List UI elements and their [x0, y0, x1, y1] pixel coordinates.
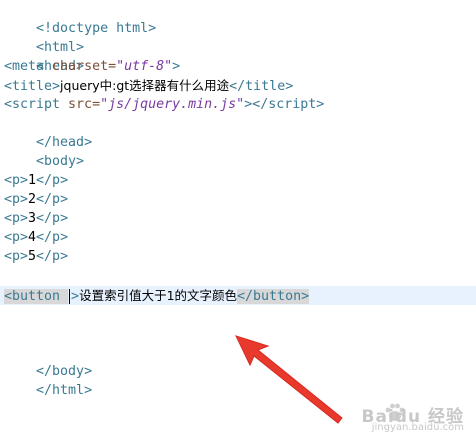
watermark-url: jingyan.baidu.com [371, 422, 464, 433]
red-arrow-icon [235, 335, 343, 424]
baidu-watermark: Baidu 经验 jingyan.baidu.com [318, 402, 468, 436]
